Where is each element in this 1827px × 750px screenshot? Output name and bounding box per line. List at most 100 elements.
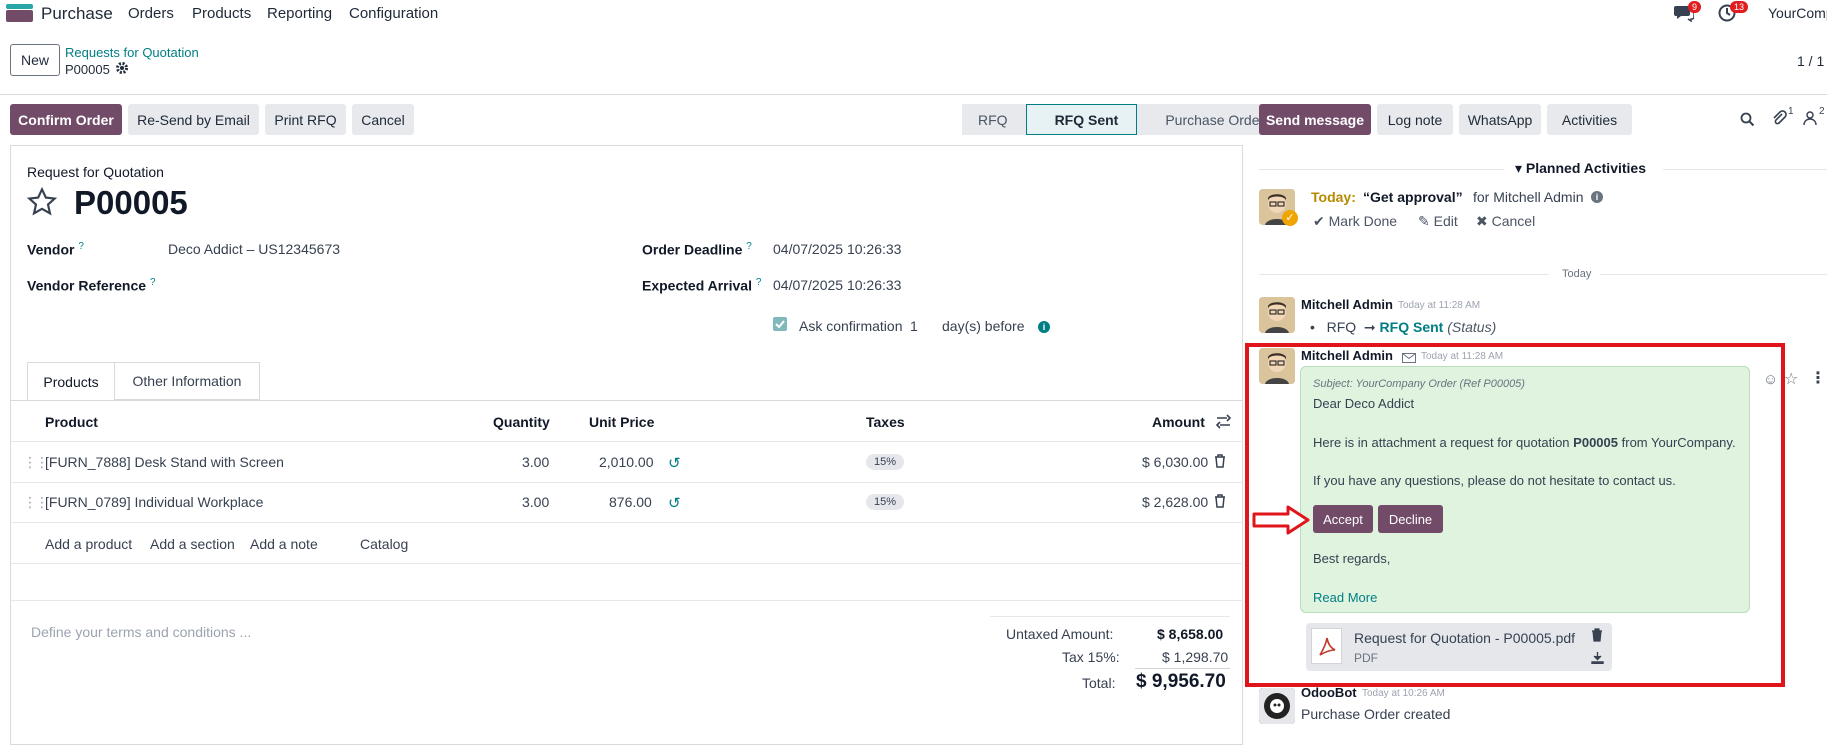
print-rfq-button[interactable]: Print RFQ	[265, 104, 346, 135]
message-time: Today at 10:26 AM	[1362, 688, 1445, 699]
total-value: $ 9,956.70	[1136, 671, 1226, 692]
ask-confirmation-checkbox[interactable]	[773, 317, 787, 331]
follower-icon[interactable]	[1803, 111, 1817, 128]
day-line-left	[1259, 274, 1549, 275]
row-amount: $ 6,030.00	[1142, 454, 1209, 470]
planned-line-right	[1663, 169, 1827, 170]
control-divider	[0, 94, 1827, 95]
avatar[interactable]	[1259, 688, 1295, 724]
message-author[interactable]: OdooBot	[1301, 685, 1357, 700]
column-settings-icon[interactable]	[1215, 414, 1232, 432]
order-deadline-field[interactable]: 04/07/2025 10:26:33	[773, 241, 901, 257]
trash-icon[interactable]	[1214, 494, 1226, 511]
table-bottom-divider	[10, 563, 1243, 564]
tab-products[interactable]: Products	[27, 362, 115, 401]
totals-divider	[990, 616, 1230, 617]
chat-count-badge: 9	[1688, 1, 1702, 13]
activity-due: Today:	[1311, 189, 1356, 205]
row-tax-tag[interactable]: 15%	[866, 494, 905, 510]
reset-price-icon[interactable]: ↺	[668, 494, 681, 512]
row-tax-tag[interactable]: 15%	[866, 454, 905, 470]
confirmation-days-input[interactable]: 1	[910, 318, 918, 334]
breadcrumb-rfq[interactable]: Requests for Quotation	[65, 45, 199, 60]
drag-handle-icon[interactable]: ⋮⋮	[23, 494, 49, 511]
avatar[interactable]	[1259, 297, 1295, 333]
more-actions-icon[interactable]: ⋮	[1810, 368, 1826, 388]
message-body: Purchase Order created	[1301, 706, 1451, 722]
star-icon[interactable]: ☆	[1784, 369, 1798, 389]
favorite-star-icon[interactable]	[26, 186, 58, 221]
header-divider	[10, 441, 1243, 442]
col-product[interactable]: Product	[45, 414, 98, 430]
expected-arrival-label: Expected Arrival ?	[642, 277, 762, 294]
untaxed-value: $ 8,658.00	[1157, 626, 1224, 642]
row-unit-price[interactable]: 2,010.00	[599, 454, 654, 470]
tab-other-information[interactable]: Other Information	[115, 362, 260, 400]
row-product[interactable]: [FURN_7888] Desk Stand with Screen	[45, 454, 284, 470]
row-unit-price[interactable]: 876.00	[609, 494, 652, 510]
add-product-link[interactable]: Add a product	[45, 536, 132, 552]
send-message-button[interactable]: Send message	[1259, 104, 1371, 135]
message-author[interactable]: Mitchell Admin	[1301, 297, 1393, 312]
menu-configuration[interactable]: Configuration	[349, 5, 438, 22]
vendor-field[interactable]: Deco Addict – US12345673	[168, 241, 340, 257]
terms-divider	[10, 600, 1243, 601]
expected-arrival-field[interactable]: 04/07/2025 10:26:33	[773, 277, 901, 293]
activity-assignee: for Mitchell Admin	[1473, 189, 1584, 205]
row-quantity[interactable]: 3.00	[522, 494, 549, 510]
col-taxes[interactable]: Taxes	[866, 414, 905, 430]
purchase-app-icon[interactable]	[6, 4, 33, 22]
row-divider	[10, 522, 1243, 523]
stage-rfq[interactable]: RFQ	[962, 104, 1026, 135]
mark-done-button[interactable]: ✔ Mark Done	[1313, 213, 1397, 230]
col-unit-price[interactable]: Unit Price	[589, 414, 654, 430]
order-deadline-label: Order Deadline ?	[642, 241, 752, 258]
menu-reporting[interactable]: Reporting	[267, 5, 332, 22]
breadcrumb-record: P00005	[65, 62, 110, 77]
planned-activities-toggle[interactable]: ▾ Planned Activities	[1515, 160, 1646, 177]
row-quantity[interactable]: 3.00	[522, 454, 549, 470]
confirmation-days-suffix: day(s) before	[942, 318, 1025, 334]
tax-value: $ 1,298.70	[1162, 649, 1229, 665]
activity-info-icon[interactable]: i	[1591, 191, 1603, 203]
paperclip-icon[interactable]	[1771, 110, 1787, 129]
terms-input[interactable]: Define your terms and conditions ...	[31, 624, 251, 640]
total-divider	[1135, 668, 1230, 669]
trash-icon[interactable]	[1214, 454, 1226, 471]
edit-activity-button[interactable]: ✎ Edit	[1418, 213, 1458, 230]
menu-products[interactable]: Products	[192, 5, 251, 22]
company-switcher[interactable]: YourComp	[1768, 5, 1827, 21]
reset-price-icon[interactable]: ↺	[668, 454, 681, 472]
close-icon: ✖	[1476, 213, 1488, 229]
col-quantity[interactable]: Quantity	[493, 414, 550, 430]
highlight-box	[1245, 343, 1785, 687]
stage-rfq-sent[interactable]: RFQ Sent	[1025, 104, 1138, 135]
search-icon[interactable]	[1740, 112, 1755, 130]
pager[interactable]: 1 / 1	[1797, 53, 1824, 69]
cancel-activity-button[interactable]: ✖ Cancel	[1476, 213, 1535, 230]
new-button[interactable]: New	[10, 44, 60, 76]
activities-button[interactable]: Activities	[1547, 104, 1632, 135]
catalog-link[interactable]: Catalog	[360, 536, 408, 552]
app-brand[interactable]: Purchase	[41, 4, 113, 24]
whatsapp-button[interactable]: WhatsApp	[1459, 104, 1541, 135]
log-note-button[interactable]: Log note	[1377, 104, 1453, 135]
confirm-order-button[interactable]: Confirm Order	[10, 104, 122, 135]
cancel-order-button[interactable]: Cancel	[352, 104, 414, 135]
tab-divider	[10, 400, 1243, 401]
row-product[interactable]: [FURN_0789] Individual Workplace	[45, 494, 263, 510]
gear-icon[interactable]	[115, 61, 129, 78]
tax-label: Tax 15%:	[1062, 649, 1120, 665]
resend-email-button[interactable]: Re-Send by Email	[128, 104, 259, 135]
drag-handle-icon[interactable]: ⋮⋮	[23, 454, 49, 471]
tracking-line: • RFQ ➞ RFQ Sent (Status)	[1310, 319, 1497, 335]
vendor-reference-label: Vendor Reference ?	[27, 277, 156, 294]
col-amount[interactable]: Amount	[1152, 414, 1205, 430]
message-time: Today at 11:28 AM	[1398, 300, 1481, 311]
add-section-link[interactable]: Add a section	[150, 536, 235, 552]
untaxed-label: Untaxed Amount:	[1006, 626, 1114, 642]
vendor-label: Vendor ?	[27, 241, 84, 258]
info-icon[interactable]: i	[1038, 321, 1050, 333]
menu-orders[interactable]: Orders	[128, 5, 174, 22]
add-note-link[interactable]: Add a note	[250, 536, 318, 552]
